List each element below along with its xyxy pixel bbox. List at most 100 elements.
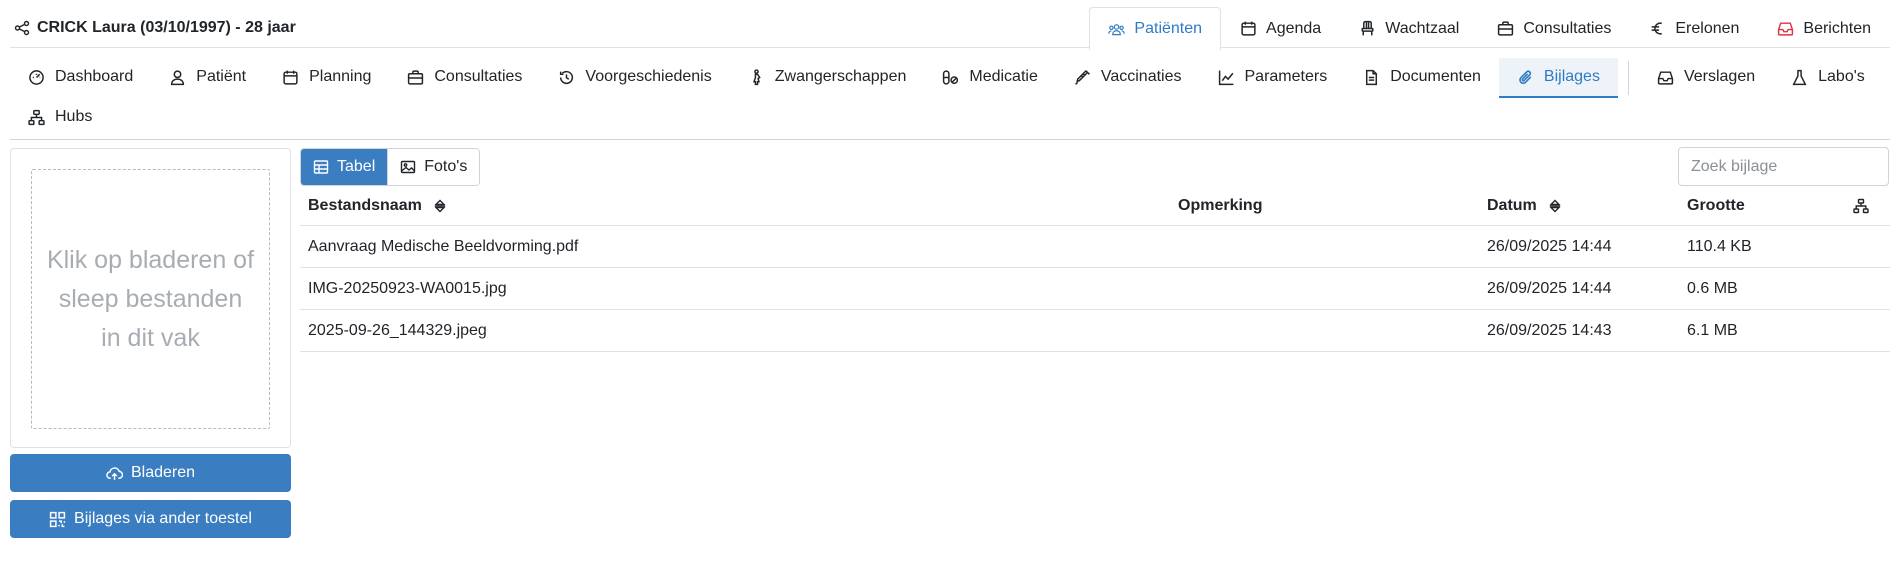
table-row[interactable]: Aanvraag Medische Beeldvorming.pdf 26/09…	[300, 226, 1890, 268]
main-tab-erelonen[interactable]: Erelonen	[1630, 7, 1758, 49]
column-header-label: Opmerking	[1178, 196, 1263, 214]
chart-line-icon	[1218, 70, 1233, 85]
photos-view-button[interactable]: Foto's	[387, 149, 480, 185]
sub-tab-planning[interactable]: Planning	[264, 58, 389, 98]
sub-tab-zwangerschappen[interactable]: Zwangerschappen	[730, 58, 925, 98]
history-icon	[560, 70, 574, 84]
sub-tab-voorgeschiedenis[interactable]: Voorgeschiedenis	[540, 58, 729, 98]
sub-tab-label: Voorgeschiedenis	[585, 68, 712, 85]
main-tab-label: Erelonen	[1675, 19, 1740, 37]
main-tab-wachtzaal[interactable]: Wachtzaal	[1340, 7, 1478, 49]
table-icon	[313, 160, 329, 174]
sitemap-icon[interactable]	[1853, 198, 1869, 214]
sub-tab-patient[interactable]: Patiënt	[151, 58, 264, 98]
file-dropzone[interactable]: Klik op bladeren of sleep bestanden in d…	[31, 169, 270, 429]
view-toggle: Tabel Foto's	[300, 148, 481, 186]
table-view-button[interactable]: Tabel	[301, 149, 388, 185]
cell-size: 0.6 MB	[1687, 279, 1738, 297]
other-device-label: Bijlages via ander toestel	[74, 510, 252, 527]
column-header-name[interactable]: Bestandsnaam	[308, 186, 448, 225]
sub-tab-bijlages[interactable]: Bijlages	[1498, 58, 1618, 98]
column-header-label: Grootte	[1687, 196, 1745, 214]
file-icon	[1366, 69, 1378, 85]
main-tab-berichten[interactable]: Berichten	[1758, 7, 1890, 49]
sub-tab-hubs[interactable]: Hubs	[10, 98, 110, 138]
sub-tab-label: Consultaties	[434, 68, 523, 85]
column-header-note: Opmerking	[1178, 186, 1262, 225]
briefcase-medical-icon	[408, 69, 424, 85]
cell-date: 26/09/2025 14:44	[1487, 237, 1612, 255]
table-row[interactable]: IMG-20250923-WA0015.jpg 26/09/2025 14:44…	[300, 268, 1890, 310]
patient-sub-nav: Dashboard Patiënt Planning Consultaties …	[10, 56, 1890, 140]
sub-tab-label: Verslagen	[1683, 68, 1756, 85]
image-icon	[401, 160, 416, 174]
sub-tab-label: Planning	[309, 68, 372, 85]
patient-title: CRICK Laura (03/10/1997) - 28 jaar	[37, 19, 296, 36]
table-header: Bestandsnaam Opmerking Datum Grootte	[300, 186, 1890, 226]
sub-tab-documenten[interactable]: Documenten	[1345, 58, 1499, 98]
flask-icon	[1792, 69, 1807, 85]
gauge-icon	[29, 69, 44, 85]
column-header-actions[interactable]	[1853, 186, 1869, 225]
cell-size: 6.1 MB	[1687, 321, 1738, 339]
cell-date: 26/09/2025 14:44	[1487, 279, 1612, 297]
browse-label: Bladeren	[130, 464, 196, 481]
sub-tab-label: Medicatie	[969, 68, 1038, 85]
sub-nav-divider	[1627, 61, 1629, 95]
sub-tab-label: Labo's	[1818, 68, 1865, 85]
column-header-date[interactable]: Datum	[1487, 186, 1563, 225]
main-tab-agenda[interactable]: Agenda	[1221, 7, 1340, 49]
sort-icon[interactable]	[432, 198, 448, 214]
column-header-label: Datum	[1487, 196, 1537, 214]
table-row[interactable]: 2025-09-26_144329.jpeg 26/09/2025 14:43 …	[300, 310, 1890, 352]
photos-view-label: Foto's	[424, 158, 468, 175]
main-nav: Patiënten Agenda Wachtzaal Consultaties	[1089, 7, 1890, 50]
main-tab-label: Agenda	[1266, 19, 1322, 37]
main-tab-label: Patiënten	[1134, 20, 1203, 37]
search-attachment-input[interactable]	[1678, 147, 1889, 186]
main-tab-consultaties[interactable]: Consultaties	[1478, 7, 1630, 49]
browse-button[interactable]: Bladeren	[10, 454, 291, 492]
briefcase-medical-icon	[1498, 21, 1514, 36]
sub-tab-medicatie[interactable]: Medicatie	[924, 58, 1055, 98]
user-icon	[171, 69, 185, 85]
sub-tab-parameters[interactable]: Parameters	[1200, 58, 1346, 98]
chair-icon	[1361, 20, 1374, 36]
sub-tab-verslagen[interactable]: Verslagen	[1639, 58, 1773, 98]
paperclip-icon	[1519, 70, 1532, 84]
share-nodes-icon	[14, 20, 30, 36]
column-header-size: Grootte	[1687, 186, 1745, 225]
sub-tab-label: Hubs	[55, 108, 93, 125]
attachments-table: Bestandsnaam Opmerking Datum Grootte Aan…	[300, 186, 1890, 352]
calendar-icon	[283, 70, 298, 85]
syringe-icon	[1074, 69, 1090, 85]
inbox-icon	[1778, 22, 1794, 36]
other-device-button[interactable]: Bijlages via ander toestel	[10, 500, 291, 538]
sub-tab-labos[interactable]: Labo's	[1773, 58, 1883, 98]
cell-name: 2025-09-26_144329.jpeg	[308, 321, 487, 339]
euro-icon	[1652, 22, 1663, 35]
calendar-icon	[1241, 21, 1256, 36]
cell-date: 26/09/2025 14:43	[1487, 321, 1612, 339]
main-tab-patienten[interactable]: Patiënten	[1089, 7, 1222, 50]
sub-tab-label: Bijlages	[1543, 68, 1600, 85]
cell-size: 110.4 KB	[1687, 237, 1752, 255]
top-bar: CRICK Laura (03/10/1997) - 28 jaar Patië…	[10, 0, 1890, 50]
sub-tab-label: Vaccinaties	[1100, 68, 1182, 85]
pills-icon	[943, 69, 959, 85]
column-header-label: Bestandsnaam	[308, 196, 422, 214]
patient-header: CRICK Laura (03/10/1997) - 28 jaar	[14, 19, 296, 37]
pregnant-icon	[752, 68, 761, 85]
sub-tab-label: Documenten	[1390, 68, 1481, 85]
upload-panel: Klik op bladeren of sleep bestanden in d…	[10, 148, 291, 448]
dropzone-text: Klik op bladeren of sleep bestanden in d…	[46, 245, 255, 352]
sort-icon[interactable]	[1547, 198, 1563, 214]
sub-tab-label: Parameters	[1244, 68, 1328, 85]
main-tab-label: Wachtzaal	[1385, 19, 1460, 37]
table-view-label: Tabel	[337, 158, 376, 175]
sub-tab-dashboard[interactable]: Dashboard	[10, 58, 151, 98]
sub-tab-consultaties[interactable]: Consultaties	[389, 58, 540, 98]
main-tab-label: Berichten	[1803, 19, 1871, 37]
users-icon	[1108, 23, 1126, 35]
sub-tab-vaccinaties[interactable]: Vaccinaties	[1056, 58, 1200, 98]
